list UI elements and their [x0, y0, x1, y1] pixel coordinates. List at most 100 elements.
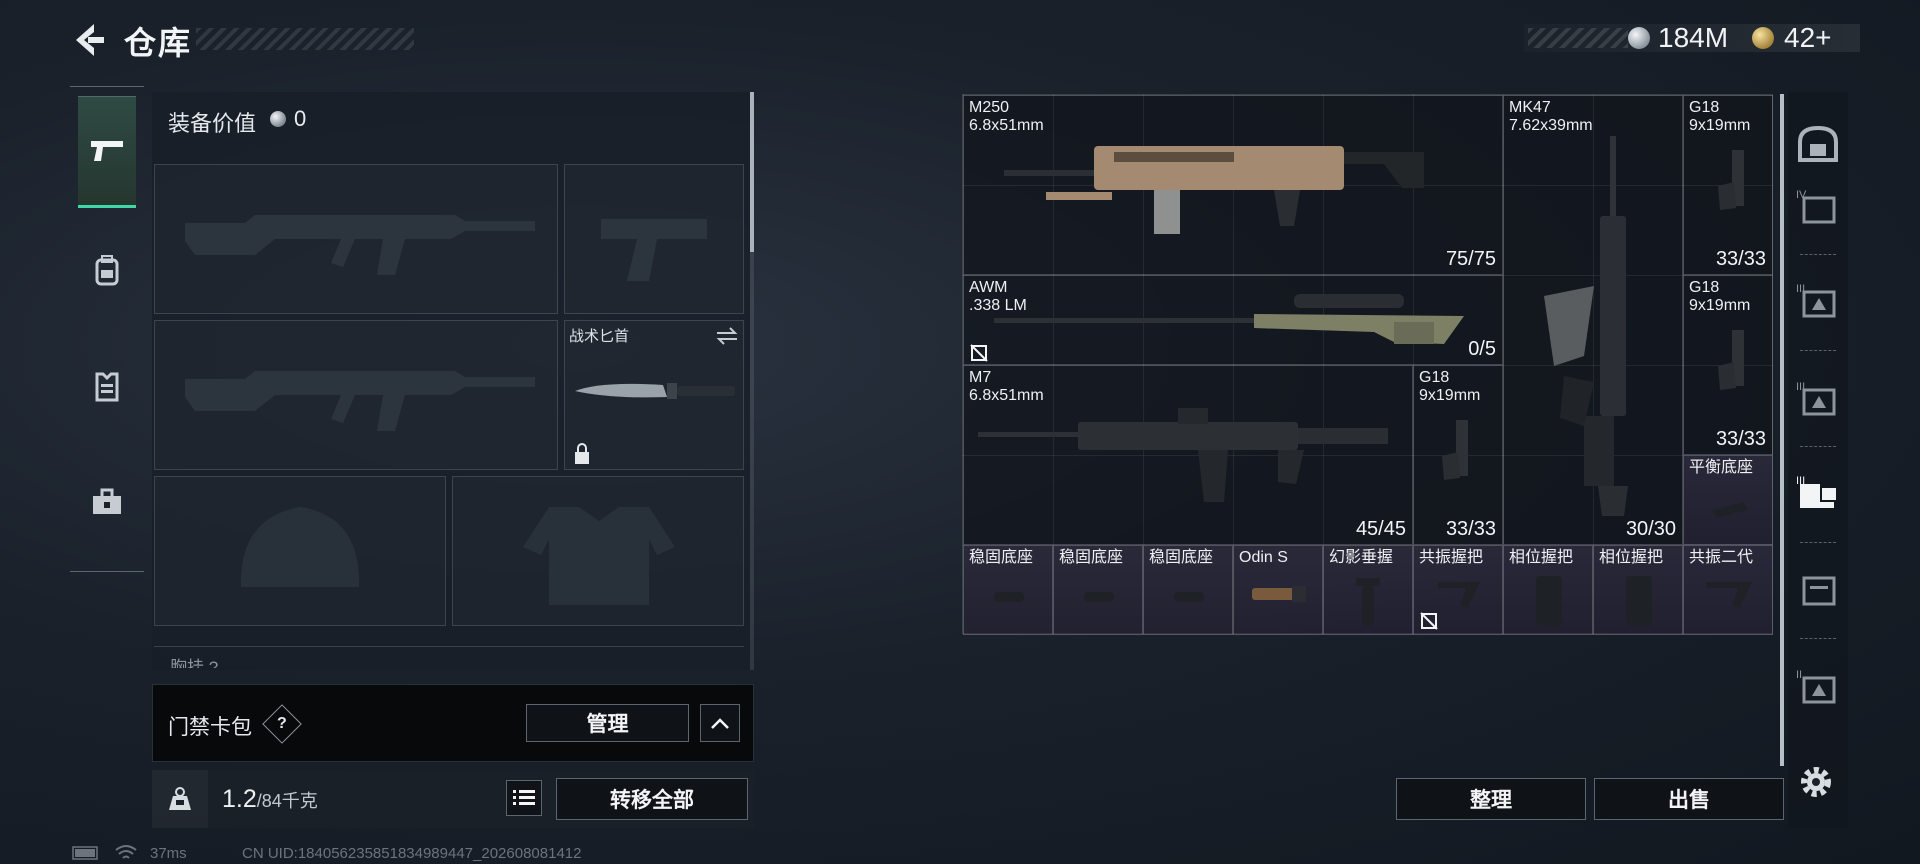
item-name: 相位握把: [1599, 549, 1664, 566]
stash-item-attachment[interactable]: 稳固底座: [1143, 545, 1233, 635]
item-name: G18: [1689, 99, 1720, 116]
stash-tab-iii-active[interactable]: III: [1790, 462, 1846, 522]
stash-item-attachment[interactable]: 稳固底座: [963, 545, 1053, 635]
stash-scroll-thumb[interactable]: [1780, 94, 1784, 766]
item-name: 共振握把: [1419, 549, 1484, 566]
stash-item-attachment[interactable]: 共振握把: [1413, 545, 1503, 635]
mk47-rifle-icon: [1544, 136, 1628, 516]
stash-item-awm[interactable]: AWM .338 LM 0/5: [963, 275, 1503, 365]
awm-sniper-icon: [994, 294, 1464, 344]
primary-weapon-slot-2[interactable]: [154, 320, 558, 470]
stash-item-m250[interactable]: M250 6.8x51mm 75/75: [963, 95, 1503, 275]
collapse-button[interactable]: [700, 704, 740, 742]
stash-item-attachment[interactable]: 平衡底座: [1683, 455, 1773, 545]
item-name: 共振二代: [1689, 549, 1754, 566]
vertical-grip-icon: [1356, 578, 1380, 626]
melee-slot[interactable]: 战术匕首: [564, 320, 744, 470]
attachment-base-icon: [1712, 502, 1748, 518]
title-decoration: [196, 28, 414, 50]
gear-icon[interactable]: [1796, 762, 1836, 802]
item-caliber: 7.62x39mm: [1509, 117, 1593, 134]
stash-item-g18[interactable]: G18 9x19mm 33/33: [1683, 95, 1773, 275]
body-armor-slot[interactable]: [452, 476, 744, 626]
equip-value-label: 装备价值: [168, 111, 257, 136]
stash-item-attachment[interactable]: 幻影垂握: [1323, 545, 1413, 635]
nav-armor[interactable]: [78, 336, 136, 436]
sell-button[interactable]: 出售: [1594, 778, 1784, 820]
page-title: 仓库: [124, 25, 193, 61]
chest-rig-slot[interactable]: 胸挂 ?: [154, 646, 744, 668]
sidearm-slot[interactable]: [564, 164, 744, 314]
transfer-all-button[interactable]: 转移全部: [556, 778, 748, 820]
g18-pistol-icon: [1442, 420, 1468, 480]
nav-weapons[interactable]: [78, 96, 136, 208]
stash-item-attachment[interactable]: 共振二代: [1683, 545, 1773, 635]
item-caliber: 9x19mm: [1689, 297, 1751, 314]
attachment-base-icon: [994, 592, 1024, 602]
currency-decoration: [1528, 28, 1628, 48]
stash-grid: M250 6.8x51mm 75/75 MK47 7.62x39mm 30/30: [962, 94, 1773, 635]
attachment-base-icon: [1084, 592, 1114, 602]
lock-icon: [575, 443, 589, 464]
wifi-icon: [115, 845, 137, 859]
nav-backpack[interactable]: [78, 220, 136, 320]
no-insurance-icon: [970, 344, 988, 362]
silver-coin-icon: [270, 111, 286, 127]
equip-value: 0: [294, 106, 307, 131]
chevron-up-icon: [711, 718, 729, 729]
stash-item-g18[interactable]: G18 9x19mm 33/33: [1413, 365, 1503, 545]
item-name: M250: [969, 99, 1010, 116]
pistol-icon: [91, 141, 123, 161]
sort-button[interactable]: 整理: [1396, 778, 1586, 820]
stash-item-attachment[interactable]: 相位握把: [1593, 545, 1683, 635]
stash-tab-icon: [1802, 576, 1836, 606]
stash-item-attachment[interactable]: Odin S: [1233, 545, 1323, 635]
armor-silhouette-icon: [523, 507, 675, 605]
rifle-silhouette-icon: [185, 371, 535, 431]
item-name: 稳固底座: [1059, 549, 1124, 566]
stash-item-attachment[interactable]: 相位握把: [1503, 545, 1593, 635]
back-arrow-icon[interactable]: [68, 20, 108, 60]
stash-tab-ii[interactable]: II: [1790, 656, 1846, 716]
knife-slot-label: 战术匕首: [569, 328, 630, 345]
item-caliber: 6.8x51mm: [969, 387, 1044, 404]
stash-tab-5[interactable]: [1790, 558, 1846, 618]
swap-icon[interactable]: [715, 325, 739, 347]
item-caliber: 9x19mm: [1689, 117, 1751, 134]
angled-grip-icon: [1706, 582, 1752, 608]
safe-icon: [1798, 125, 1838, 162]
flashlight-icon: [1252, 586, 1306, 602]
svg-text:II: II: [1796, 669, 1802, 681]
access-card-label: 门禁卡包: [168, 716, 252, 739]
silver-coin-icon: [1628, 27, 1650, 49]
silver-balance: 184M: [1658, 22, 1729, 53]
stash-item-attachment[interactable]: 稳固底座: [1053, 545, 1143, 635]
item-name: M7: [969, 369, 992, 386]
primary-weapon-slot-1[interactable]: [154, 164, 558, 314]
help-mark: ?: [277, 715, 287, 732]
stash-item-m7[interactable]: M7 6.8x51mm 45/45: [963, 365, 1413, 545]
rifle-silhouette-icon: [185, 215, 535, 275]
weight-icon-box: [152, 770, 208, 828]
item-caliber: 9x19mm: [1419, 387, 1481, 404]
loadout-scroll-thumb[interactable]: [750, 92, 754, 252]
tab-divider: [1800, 638, 1836, 639]
helmet-slot[interactable]: [154, 476, 446, 626]
stash-item-mk47[interactable]: MK47 7.62x39mm 30/30: [1503, 95, 1683, 545]
item-name: 相位握把: [1509, 549, 1574, 566]
list-view-button[interactable]: [506, 780, 542, 816]
stash-tab-iii-a[interactable]: III: [1790, 270, 1846, 330]
ammo-count: 33/33: [1445, 518, 1496, 540]
stash-item-g18[interactable]: G18 9x19mm 33/33: [1683, 275, 1773, 455]
vest-icon: [95, 372, 119, 402]
nav-supplies[interactable]: [78, 452, 136, 552]
stash-tab-safe[interactable]: [1790, 114, 1846, 174]
stash-tab-iii-b[interactable]: III: [1790, 368, 1846, 428]
tab-divider: [1800, 350, 1836, 351]
gold-coin-icon: [1752, 27, 1774, 49]
stash-tab-iv[interactable]: IV: [1790, 176, 1846, 236]
attachment-base-icon: [1174, 592, 1204, 602]
g18-pistol-icon: [1718, 150, 1744, 210]
knife-icon: [575, 383, 735, 399]
manage-button[interactable]: 管理: [526, 704, 689, 742]
